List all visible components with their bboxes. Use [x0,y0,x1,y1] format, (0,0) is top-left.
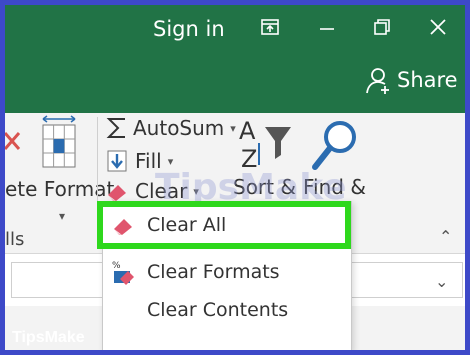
menu-item-clear-contents[interactable]: Clear Contents [103,290,351,330]
autosum-button[interactable]: AutoSum ▾ [105,115,236,141]
share-label: Share [397,68,458,92]
format-text: Format [43,177,115,201]
menu-item-clear-all-inner: Clear All [103,207,345,243]
share-button[interactable]: Share [365,65,458,95]
close-button[interactable] [423,15,453,41]
menu-item-label: Clear Formats [147,261,280,283]
autosum-label: AutoSum [133,116,225,140]
format-grid-icon [42,115,76,168]
delete-cells-button[interactable] [5,127,23,161]
minimize-button[interactable] [312,15,342,41]
sort-filter-icon: A Z [239,117,291,173]
ribbon-display-icon [261,19,279,35]
person-add-icon [366,68,389,94]
menu-item-clear-all[interactable]: Clear All [97,201,351,249]
sigma-icon [106,118,125,138]
delete-label-partial: ete [5,177,38,201]
close-icon [430,19,446,35]
ribbon-display-options-button[interactable] [255,15,285,41]
fill-down-icon [107,150,127,172]
collapse-ribbon-chevron-up-icon[interactable]: ⌃ [439,227,452,246]
restore-icon [374,19,390,35]
svg-text:%: % [112,261,121,271]
svg-text:A: A [239,117,256,145]
delete-x-icon [5,132,21,150]
magnifier-icon [312,121,356,170]
eraser-icon [107,213,141,237]
sign-in-link[interactable]: Sign in [153,17,225,41]
brand-logo: TipsMake [12,329,85,346]
screenshot-frame: Sign in Share ete Format ▾ lls AutoSum ▾… [5,5,465,350]
formula-bar-chevron-down-icon[interactable]: ⌄ [435,272,448,291]
fill-chevron-down-icon[interactable]: ▾ [168,155,174,168]
minimize-icon [320,28,334,30]
format-cells-button[interactable] [39,115,79,175]
format-chevron-down-icon[interactable]: ▾ [59,209,65,223]
eraser-icon [108,185,126,201]
menu-item-label: Clear All [147,214,227,236]
clear-formats-icon: % [107,259,141,285]
menu-item-clear-formats[interactable]: % Clear Formats [103,252,351,292]
menu-item-label: Clear Contents [147,299,289,321]
restore-button[interactable] [367,15,397,41]
cells-group-label: lls [5,229,25,250]
title-bar: Sign in Share [5,5,465,113]
